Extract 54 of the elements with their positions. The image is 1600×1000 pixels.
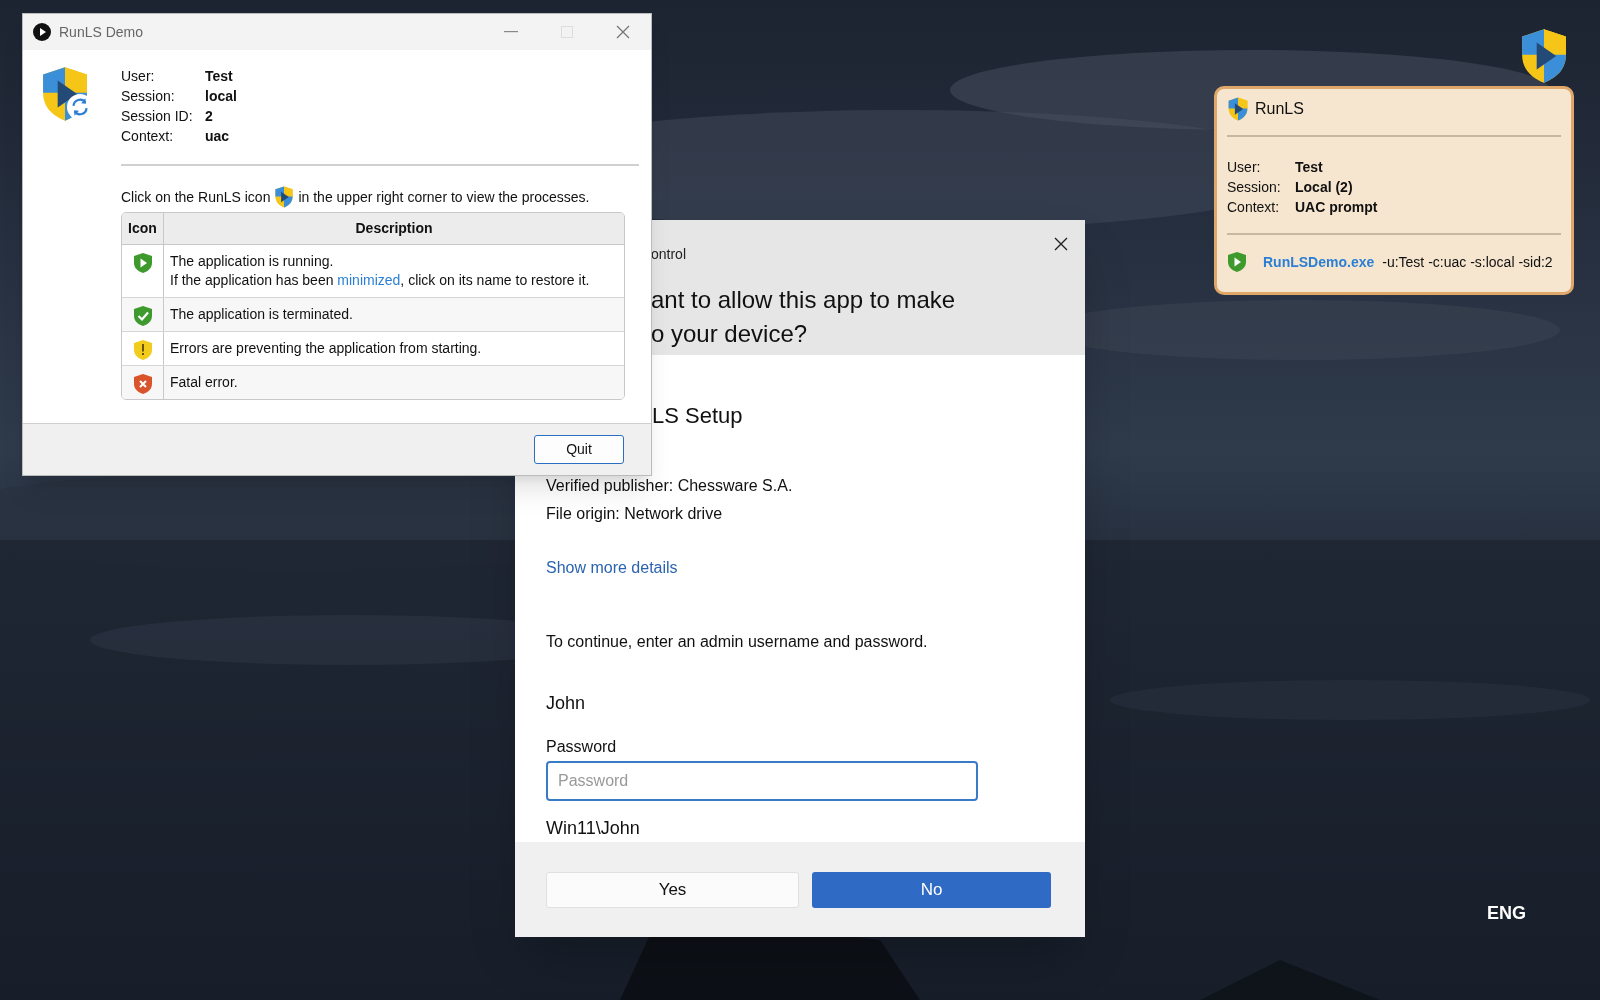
field-label: Session ID: <box>121 107 194 126</box>
publisher-text: Verified publisher: Chessware S.A. <box>546 476 794 497</box>
app-name: LS Setup <box>652 402 744 431</box>
process-args: -u:Test -c:uac -s:local -sid:2 <box>1382 252 1553 272</box>
close-icon <box>1054 237 1068 251</box>
play-shield-icon <box>1227 251 1247 273</box>
description-text: Errors are preventing the application from starting. <box>170 339 483 358</box>
hint-text: in the upper right corner to view the processes. <box>298 187 590 207</box>
hint-text: Click on the RunLS icon <box>121 187 271 207</box>
field-value: 2 <box>205 107 214 126</box>
origin-text: File origin: Network drive <box>546 504 724 525</box>
error-shield-icon <box>132 373 153 395</box>
shield-icon <box>274 186 295 208</box>
field-label: User: <box>121 67 156 86</box>
dialog-title: ontrol <box>651 245 688 264</box>
check-shield-icon <box>132 305 153 327</box>
quit-button[interactable]: Quit <box>534 435 624 464</box>
field-value: local <box>205 87 238 106</box>
warning-shield-icon <box>132 339 153 361</box>
description-text: Fatal error. <box>170 373 239 392</box>
minimize-icon <box>504 31 518 33</box>
field-value: Local (2) <box>1295 178 1354 197</box>
field-label: User: <box>1227 158 1262 177</box>
shield-icon <box>1227 97 1249 121</box>
field-label: Context: <box>121 127 175 146</box>
column-header: Description <box>354 219 434 238</box>
column-header: Icon <box>122 213 164 244</box>
window-title: RunLS Demo <box>59 22 144 42</box>
dialog-question: o your device? <box>651 319 809 349</box>
field-label: Session: <box>121 87 176 106</box>
account-text: Win11\John <box>546 817 641 841</box>
primary-button[interactable]: No <box>812 871 1051 908</box>
field-label: Session: <box>1227 178 1282 197</box>
details-link[interactable]: Show more details <box>546 556 678 581</box>
password-label: Password <box>546 737 618 758</box>
description-text: If the application has been minimized, click on its name to restore it. <box>170 271 591 290</box>
password-field[interactable]: Password <box>546 761 978 802</box>
username-text: John <box>546 692 587 716</box>
language-indicator[interactable]: ENG <box>1487 900 1526 927</box>
field-value: Test <box>1295 158 1324 177</box>
prompt-text: To continue, enter an admin username and password. <box>546 632 929 653</box>
tooltip-title: RunLS <box>1255 99 1304 119</box>
secondary-button[interactable]: Yes <box>546 871 799 908</box>
dialog-question: ant to allow this app to make <box>651 285 957 315</box>
field-value: uac <box>205 127 231 146</box>
process-link[interactable]: RunLSDemo.exe <box>1263 251 1375 273</box>
play-icon <box>33 23 51 41</box>
play-shield-icon <box>132 252 153 274</box>
close-icon <box>616 25 630 39</box>
description-text: The application is terminated. <box>170 305 354 324</box>
field-value: UAC prompt <box>1295 198 1379 217</box>
field-value: Test <box>205 67 234 86</box>
field-label: Context: <box>1227 198 1281 217</box>
description-text: The application is running. <box>170 252 335 271</box>
